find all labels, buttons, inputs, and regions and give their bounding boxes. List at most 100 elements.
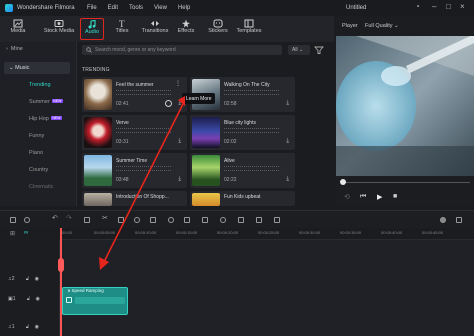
quality-dropdown[interactable]: Full Quality ⌄ (365, 23, 399, 29)
eye-icon[interactable]: ◉ (35, 276, 39, 282)
user-icon[interactable]: ◔ (415, 2, 420, 11)
redo-icon[interactable]: ↷ (66, 214, 72, 222)
download-icon[interactable]: ⤓ (286, 100, 289, 107)
sidebar-item-cinematic[interactable]: Cinematic (29, 184, 53, 190)
scrubber-handle[interactable] (340, 179, 346, 185)
select-icon[interactable] (24, 217, 30, 223)
ruler-tick: 00:00:25:00 (258, 230, 280, 235)
audio-card[interactable]: Verve 03:31 ⤓ (82, 115, 187, 150)
menu-help[interactable]: Help (178, 5, 190, 11)
tab-audio[interactable]: Audio (80, 18, 104, 40)
speed-icon[interactable] (134, 217, 140, 223)
media-icon (13, 19, 23, 28)
download-icon[interactable]: ⤓ (178, 176, 181, 183)
tab-transitions[interactable]: Transitions (138, 18, 172, 40)
play-icon[interactable] (165, 100, 172, 107)
maximize-icon[interactable]: □ (446, 2, 451, 11)
step-back-icon[interactable]: ⏮ (360, 193, 366, 201)
eye-icon[interactable]: ◉ (35, 324, 39, 330)
track-thumbnail (84, 155, 112, 186)
clip-strip (75, 297, 125, 304)
track-title: Walking On The City (224, 82, 270, 88)
player-label: Player (342, 23, 358, 29)
more-options-icon[interactable]: ⋮ (175, 80, 181, 87)
search-input[interactable]: Search mood, genre or any keyword (82, 45, 282, 55)
audio-card[interactable]: Summer Time 03:48 ⤓ (82, 153, 187, 188)
render-icon[interactable] (440, 217, 446, 223)
audio-tool-icon[interactable] (220, 217, 226, 223)
download-icon[interactable]: ⤓ (286, 176, 289, 183)
tab-media[interactable]: Media (2, 18, 34, 40)
layout-icon[interactable] (10, 217, 16, 223)
stop-icon[interactable]: ■ (393, 193, 397, 200)
ruler-tick: 00:00:10:00 (135, 230, 157, 235)
color-icon[interactable] (150, 217, 156, 223)
minimize-icon[interactable]: – (432, 2, 436, 11)
tab-titles[interactable]: T Titles (108, 18, 136, 40)
download-icon[interactable]: ⤓ (178, 138, 181, 145)
split-icon[interactable]: ✂ (102, 214, 108, 222)
sidebar-item-trending[interactable]: Trending (29, 82, 51, 88)
audio-card[interactable]: Fun Kids upbeat (190, 191, 295, 206)
text-tool-icon[interactable] (256, 217, 262, 223)
sidebar-item-piano[interactable]: Piano (29, 150, 43, 156)
crop-icon[interactable] (118, 217, 124, 223)
ai-icon[interactable] (168, 217, 174, 223)
tab-stickers[interactable]: Stickers (204, 18, 232, 40)
add-track-icon[interactable]: ⊞ (10, 230, 15, 237)
sidebar-item-music[interactable]: ⌄ Music (4, 62, 70, 74)
waveform (224, 128, 279, 133)
prev-frame-icon[interactable]: ⟲ (344, 193, 350, 201)
sidebar-item-hip-hop[interactable]: Hip Hop NEW (29, 116, 63, 122)
audio-card[interactable]: Alive 02:22 ⤓ (190, 153, 295, 188)
menu-edit[interactable]: Edit (108, 5, 118, 11)
delete-icon[interactable] (84, 217, 90, 223)
motion-icon[interactable] (202, 217, 208, 223)
audio-card[interactable]: Feel the summer 02:41 ⋮ ⤓ (82, 77, 187, 112)
ruler-tick: 00:00 (62, 230, 73, 235)
track-duration: 02:58 (224, 101, 237, 107)
sidebar-item-mine[interactable]: › Mine (6, 46, 23, 52)
track-header-video1: ▣1 🔓︎ ◉ (8, 296, 40, 302)
eye-icon[interactable]: ◉ (36, 296, 40, 302)
preview-frame (336, 36, 474, 176)
sidebar-item-country[interactable]: Country (29, 167, 48, 173)
audio-card[interactable]: Introduction Of Shopp... (82, 191, 187, 206)
search-icon (86, 47, 92, 53)
download-icon[interactable]: ⤓ (178, 100, 181, 107)
zoom-fit-icon[interactable] (456, 217, 462, 223)
keyframe-icon[interactable] (238, 217, 244, 223)
undo-icon[interactable]: ↶ (52, 214, 58, 222)
waveform (116, 128, 171, 133)
play-icon[interactable]: ▶ (377, 193, 382, 201)
link-icon[interactable]: ∞ (24, 230, 28, 236)
playhead-handle[interactable] (58, 258, 64, 272)
lock-icon[interactable]: 🔓︎ (27, 296, 30, 302)
timeline-ruler[interactable]: 00:00 00:00:05:00 00:00:10:00 00:00:15:0… (60, 228, 474, 240)
filter-dropdown[interactable]: All ⌄ (288, 45, 310, 55)
track-duration: 03:48 (116, 177, 129, 183)
tab-stock-media[interactable]: Stock Media (40, 18, 78, 40)
lock-icon[interactable]: 🔓︎ (26, 276, 29, 282)
stabilize-icon[interactable] (184, 217, 190, 223)
ruler-tick: 00:00:15:00 (176, 230, 198, 235)
menu-view[interactable]: View (154, 5, 167, 11)
sidebar-item-funny[interactable]: Funny (29, 133, 44, 139)
tab-templates[interactable]: Templates (234, 18, 264, 40)
audio-card[interactable]: Blue city lights 02:02 ⤓ (190, 115, 295, 150)
progress-track[interactable] (342, 182, 470, 183)
marker-icon[interactable] (274, 217, 280, 223)
filter-icon[interactable] (314, 45, 324, 55)
download-icon[interactable]: ⤓ (286, 138, 289, 145)
track-title: Summer Time (116, 158, 148, 164)
sidebar-item-summer[interactable]: Summer NEW (29, 99, 63, 105)
tab-templates-label: Templates (236, 28, 262, 34)
menu-tools[interactable]: Tools (129, 5, 143, 11)
playhead[interactable] (60, 228, 62, 336)
close-icon[interactable]: × (460, 2, 465, 11)
lock-icon[interactable]: 🔓︎ (26, 324, 29, 330)
tab-effects[interactable]: Effects (172, 18, 200, 40)
menu-file[interactable]: File (87, 5, 97, 11)
transitions-icon (151, 21, 159, 26)
ruler-tick: 00:00:05:00 (94, 230, 116, 235)
